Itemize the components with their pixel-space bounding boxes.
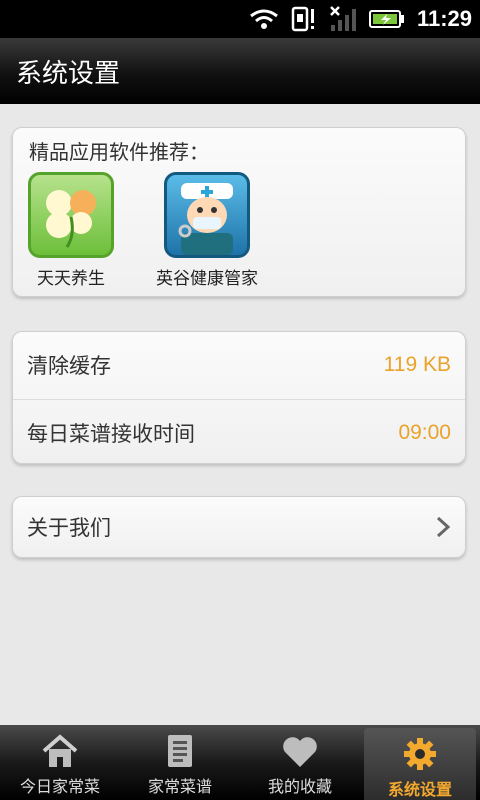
tab-settings[interactable]: 系统设置 [364,728,476,800]
tab-label: 家常菜谱 [147,777,212,796]
about-label: 关于我们 [27,516,111,540]
page-title: 系统设置 [16,58,121,89]
app-label: 英谷健康管家 [156,269,258,289]
status-bar: 11:29 [0,0,480,38]
bottom-tab-bar: 今日家常菜 家常菜谱 我的收藏 系统设置 [0,725,480,800]
document-icon [168,735,192,767]
recommend-title: 精品应用软件推荐： [29,140,209,164]
signal-icon [330,6,356,31]
battery-charging-icon [368,10,404,28]
recommend-card: 精品应用软件推荐： 天天养生 英谷健康管家 [12,127,466,297]
chevron-right-icon [436,516,451,538]
clear-cache-label: 清除缓存 [27,354,111,378]
clover-icon [28,172,114,258]
receive-time-value: 09:00 [398,420,451,444]
app-item-yinggu[interactable]: 英谷健康管家 [135,172,279,289]
receive-time-label: 每日菜谱接收时间 [27,421,195,446]
settings-card: 清除缓存 119 KB 每日菜谱接收时间 09:00 [12,331,466,464]
sim-alert-icon [291,6,314,32]
about-row[interactable]: 关于我们 [13,497,465,557]
tab-label: 系统设置 [387,780,452,799]
gear-icon [404,738,436,770]
clear-cache-row[interactable]: 清除缓存 119 KB [13,332,465,398]
tab-label: 今日家常菜 [19,777,100,796]
tab-favorites[interactable]: 我的收藏 [240,725,360,800]
heart-icon [283,737,317,767]
app-item-tiantian[interactable]: 天天养生 [21,172,121,289]
title-bar: 系统设置 [0,38,480,104]
tab-today[interactable]: 今日家常菜 [0,725,120,800]
doctor-icon [164,172,250,258]
about-card: 关于我们 [12,496,466,558]
home-icon [42,734,78,767]
clock-text: 11:29 [416,6,472,31]
tab-recipes[interactable]: 家常菜谱 [120,725,240,800]
app-label: 天天养生 [37,269,105,289]
wifi-icon [250,9,278,29]
receive-time-row[interactable]: 每日菜谱接收时间 09:00 [13,399,465,465]
tab-label: 我的收藏 [267,777,332,796]
cache-size-value: 119 KB [383,353,451,376]
